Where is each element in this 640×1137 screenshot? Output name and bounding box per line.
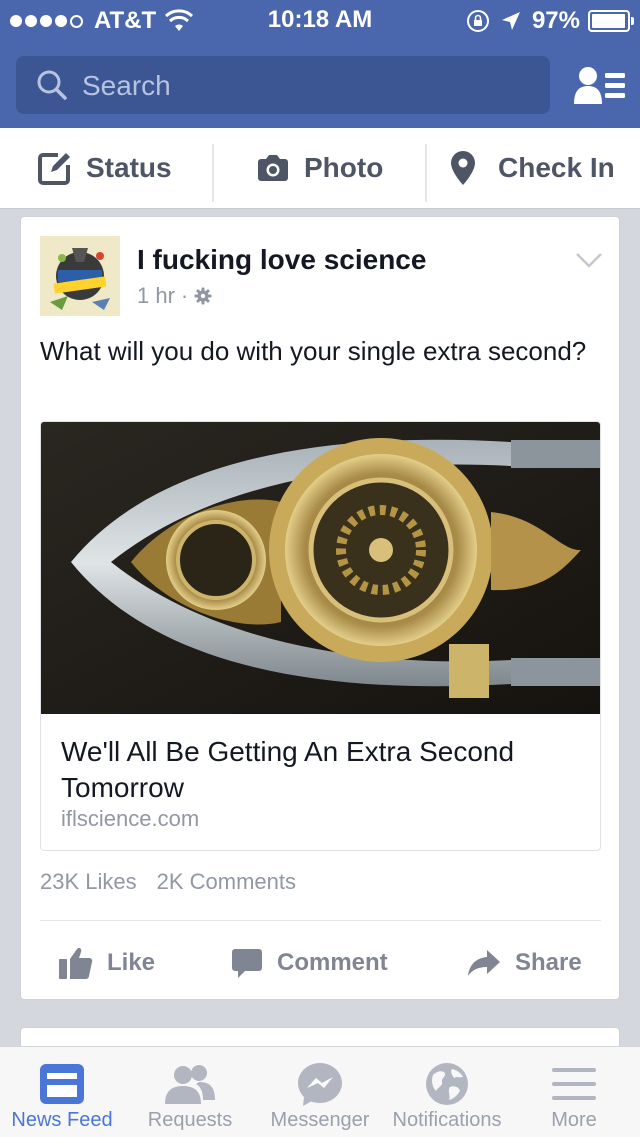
comment-label: Comment xyxy=(277,949,388,976)
edit-status-icon xyxy=(38,153,70,185)
chevron-down-icon[interactable] xyxy=(575,251,603,269)
orientation-lock-icon xyxy=(466,10,489,32)
camera-icon xyxy=(258,155,288,181)
search-placeholder: Search xyxy=(82,70,171,101)
check-in-label: Check In xyxy=(498,152,615,183)
post-text: What will you do with your single extra … xyxy=(40,336,587,366)
tab-more[interactable]: More xyxy=(512,1047,636,1137)
status-label: Status xyxy=(86,152,172,183)
location-arrow-icon xyxy=(501,12,520,30)
story-meta: 1 hr · xyxy=(137,283,212,309)
share-button[interactable]: Share xyxy=(467,941,582,985)
battery-icon xyxy=(588,10,634,32)
page-avatar[interactable] xyxy=(40,236,120,316)
tab-requests[interactable]: Requests xyxy=(128,1047,252,1137)
tab-label: Requests xyxy=(147,1109,233,1131)
tab-label: Notifications xyxy=(392,1109,502,1131)
divider xyxy=(425,144,427,202)
tab-news-feed[interactable]: News Feed xyxy=(0,1047,124,1137)
link-title: We'll All Be Getting An Extra Second Tom… xyxy=(61,736,515,803)
battery-percentage: 97% xyxy=(531,7,580,34)
likes-count[interactable]: 23K Likes xyxy=(40,869,137,894)
friends-list-icon[interactable] xyxy=(574,66,626,106)
messenger-icon xyxy=(298,1063,342,1106)
divider xyxy=(40,920,601,921)
engagement-counts: 23K Likes 2K Comments xyxy=(40,869,296,895)
news-feed-icon xyxy=(40,1064,84,1104)
tab-label: Messenger xyxy=(270,1109,370,1131)
comment-button[interactable]: Comment xyxy=(231,941,388,985)
like-label: Like xyxy=(107,949,156,976)
photo-button[interactable]: Photo xyxy=(256,128,383,208)
link-preview-image xyxy=(41,422,600,714)
page-name[interactable]: I fucking love science xyxy=(137,244,426,276)
tab-label: More xyxy=(551,1109,597,1131)
tab-label: News Feed xyxy=(11,1109,113,1131)
page-logo-image xyxy=(40,236,120,316)
tab-notifications[interactable]: Notifications xyxy=(384,1047,510,1137)
meta-separator: · xyxy=(180,283,189,308)
share-arrow-icon xyxy=(468,950,500,976)
comments-count[interactable]: 2K Comments xyxy=(157,869,296,894)
status-button[interactable]: Status xyxy=(38,128,172,208)
globe-icon xyxy=(426,1063,468,1105)
hamburger-icon xyxy=(552,1068,596,1100)
photo-label: Photo xyxy=(304,152,384,183)
link-attachment[interactable]: We'll All Be Getting An Extra Second Tom… xyxy=(40,421,601,851)
tab-messenger[interactable]: Messenger xyxy=(256,1047,384,1137)
check-in-button[interactable]: Check In xyxy=(450,128,615,208)
publisher-bar: Status Photo Check In xyxy=(0,128,640,209)
like-button[interactable]: Like xyxy=(59,941,155,985)
news-feed-story: I fucking love science 1 hr · What will … xyxy=(20,216,620,1000)
tab-bar: News Feed Requests Messenger Notificatio… xyxy=(0,1046,640,1137)
divider xyxy=(212,144,214,202)
share-label: Share xyxy=(515,949,582,976)
navigation-bar: AT&T 10:18 AM 97% Search xyxy=(0,0,640,128)
link-domain: iflscience.com xyxy=(61,806,200,831)
thumbs-up-icon xyxy=(59,948,93,979)
comment-bubble-icon xyxy=(232,949,262,978)
search-bar[interactable]: Search xyxy=(16,56,550,114)
search-icon xyxy=(37,70,67,100)
post-time[interactable]: 1 hr xyxy=(137,283,175,309)
location-pin-icon xyxy=(451,151,475,185)
status-bar: AT&T 10:18 AM 97% xyxy=(0,0,640,40)
friend-requests-icon xyxy=(165,1065,215,1104)
audience-gear-icon xyxy=(194,287,212,305)
